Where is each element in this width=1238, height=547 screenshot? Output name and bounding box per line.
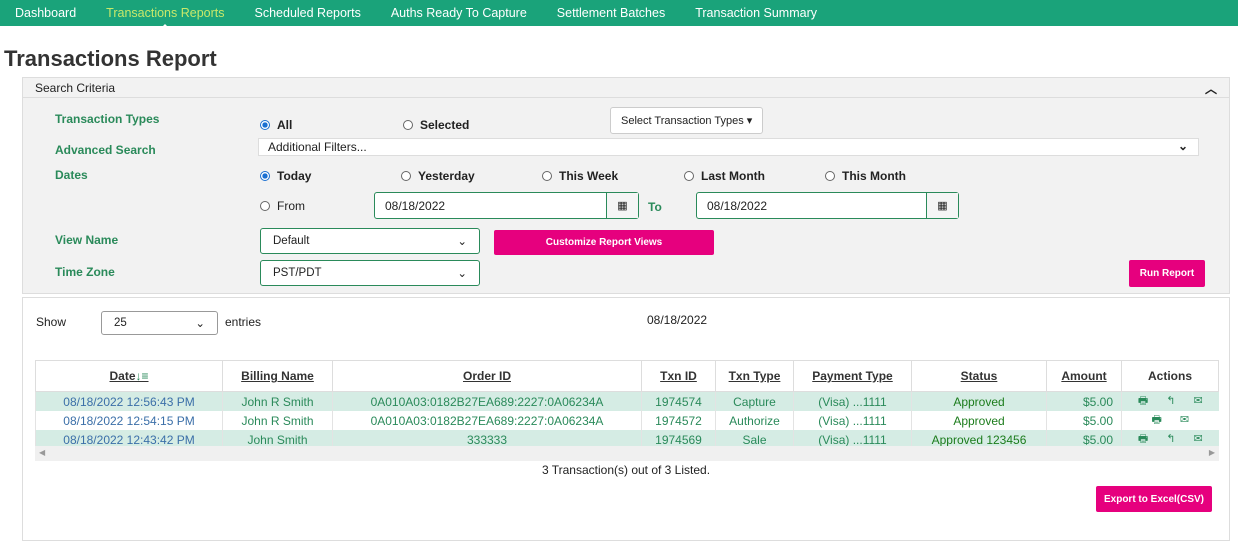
search-criteria-panel: Search Criteria ︿ Transaction Types All S… — [22, 77, 1230, 294]
radio-all[interactable]: All — [260, 118, 292, 132]
summary-text: 3 Transaction(s) out of 3 Listed. — [541, 463, 711, 477]
print-icon[interactable]: 🖶 — [1138, 433, 1148, 445]
row-status: Approved — [911, 411, 1047, 430]
chevron-down-icon: ⌄ — [457, 236, 467, 248]
col-billing-name[interactable]: Billing Name — [222, 360, 333, 392]
chevron-up-icon[interactable]: ︿ — [1205, 80, 1217, 97]
chevron-down-icon: ⌄ — [1177, 139, 1188, 153]
col-actions: Actions — [1121, 360, 1219, 392]
col-amount[interactable]: Amount — [1046, 360, 1122, 392]
top-nav: Dashboard Transactions Reports Scheduled… — [0, 0, 1238, 29]
dates-label: Dates — [55, 168, 88, 182]
row-txn-id: 1974572 — [641, 411, 716, 430]
nav-transaction-summary[interactable]: Transaction Summary — [695, 6, 817, 20]
table-row[interactable]: 08/18/2022 12:54:15 PM John R Smith 0A010A… — [35, 411, 1219, 430]
radio-yesterday[interactable]: Yesterday — [401, 169, 475, 183]
nav-settlement-batches[interactable]: Settlement Batches — [557, 6, 665, 20]
row-order-id: 0A010A03:0182B27EA689:2227:0A06234A — [332, 391, 642, 411]
col-txn-id[interactable]: Txn ID — [641, 360, 716, 392]
row-actions: 🖶 ✉ — [1121, 411, 1219, 430]
chevron-down-icon: ⌄ — [195, 318, 205, 330]
email-icon[interactable]: ✉ — [1193, 433, 1202, 445]
col-txn-type[interactable]: Txn Type — [715, 360, 794, 392]
entries-label: entries — [225, 315, 262, 329]
report-date: 08/18/2022 — [647, 313, 708, 327]
col-status[interactable]: Status — [911, 360, 1047, 392]
customize-report-views-button[interactable]: Customize Report Views — [494, 230, 714, 255]
print-icon[interactable]: 🖶 — [1151, 414, 1161, 426]
radio-today[interactable]: Today — [260, 169, 311, 183]
radio-last-month[interactable]: Last Month — [684, 169, 765, 183]
nav-transactions-reports[interactable]: Transactions Reports — [106, 6, 225, 29]
radio-from[interactable]: From — [260, 199, 305, 213]
col-order-id[interactable]: Order ID — [332, 360, 642, 392]
to-label: To — [648, 200, 662, 214]
additional-filters-dropdown[interactable]: Additional Filters... ⌄ — [258, 138, 1199, 156]
panel-header[interactable]: Search Criteria ︿ — [23, 78, 1229, 98]
results-panel: Show 25 ⌄ entries 08/18/2022 Date↓≡ Billi… — [22, 297, 1230, 541]
calendar-icon[interactable]: ▦ — [926, 193, 958, 218]
select-transaction-types-button[interactable]: Select Transaction Types ▾ — [610, 107, 764, 134]
nav-scheduled-reports[interactable]: Scheduled Reports — [255, 6, 361, 20]
chevron-down-icon: ⌄ — [457, 268, 467, 280]
row-actions: 🖶 ↰ ✉ — [1121, 391, 1219, 411]
panel-title: Search Criteria — [35, 81, 116, 95]
print-icon[interactable]: 🖶 — [1138, 395, 1148, 407]
col-date[interactable]: Date↓≡ — [35, 360, 223, 392]
view-name-label: View Name — [55, 233, 119, 247]
row-txn-type: Authorize — [715, 411, 794, 430]
time-zone-label: Time Zone — [55, 265, 115, 279]
radio-this-week[interactable]: This Week — [542, 169, 618, 183]
to-date-input[interactable]: 08/18/2022 ▦ — [696, 192, 959, 219]
from-date-input[interactable]: 08/18/2022 ▦ — [374, 192, 639, 219]
transaction-types-label: Transaction Types — [55, 112, 160, 126]
reply-icon[interactable]: ↰ — [1166, 433, 1175, 445]
row-payment-type: (Visa) ...1111 — [793, 391, 912, 411]
table-row[interactable]: 08/18/2022 12:56:43 PM John R Smith 0A010A… — [35, 391, 1219, 411]
page-title: Transactions Report — [4, 46, 217, 71]
export-csv-button[interactable]: Export to Excel(CSV) — [1096, 486, 1212, 512]
row-payment-type: (Visa) ...1111 — [793, 411, 912, 430]
radio-this-month[interactable]: This Month — [825, 169, 906, 183]
row-billing-name: John R Smith — [222, 391, 333, 411]
time-zone-select[interactable]: PST/PDT ⌄ — [260, 260, 480, 286]
nav-dashboard[interactable]: Dashboard — [15, 6, 76, 20]
col-payment-type[interactable]: Payment Type — [793, 360, 912, 392]
row-amount: $5.00 — [1046, 391, 1122, 411]
radio-selected[interactable]: Selected — [403, 118, 469, 132]
reply-icon[interactable]: ↰ — [1166, 395, 1175, 407]
row-date: 08/18/2022 12:56:43 PM — [35, 391, 223, 411]
row-status: Approved — [911, 391, 1047, 411]
row-order-id: 0A010A03:0182B27EA689:2227:0A06234A — [332, 411, 642, 430]
row-billing-name: John R Smith — [222, 411, 333, 430]
email-icon[interactable]: ✉ — [1180, 414, 1189, 426]
row-txn-type: Capture — [715, 391, 794, 411]
show-label: Show — [36, 315, 67, 329]
horizontal-scrollbar[interactable]: ◀ ▶ — [35, 446, 1219, 461]
run-report-button[interactable]: Run Report — [1129, 260, 1205, 287]
view-name-select[interactable]: Default ⌄ — [260, 228, 480, 254]
transactions-table: Date↓≡ Billing Name Order ID Txn ID Txn … — [35, 360, 1219, 449]
row-date: 08/18/2022 12:54:15 PM — [35, 411, 223, 430]
row-txn-id: 1974574 — [641, 391, 716, 411]
sort-desc-icon: ↓≡ — [135, 369, 149, 383]
advanced-search-label: Advanced Search — [55, 143, 156, 157]
entries-select[interactable]: 25 ⌄ — [101, 311, 218, 335]
nav-auths-ready[interactable]: Auths Ready To Capture — [391, 6, 527, 20]
row-amount: $5.00 — [1046, 411, 1122, 430]
calendar-icon[interactable]: ▦ — [606, 193, 638, 218]
email-icon[interactable]: ✉ — [1193, 395, 1202, 407]
